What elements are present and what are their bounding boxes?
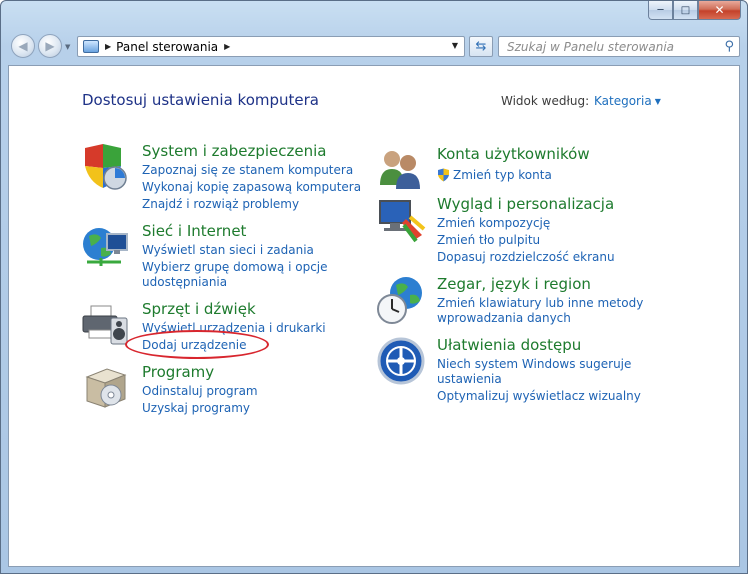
maximize-icon: □ xyxy=(680,4,691,16)
link-homegroup-cont[interactable]: udostępniania xyxy=(142,275,227,289)
accessibility-icon[interactable] xyxy=(376,336,426,386)
category-title-system-security[interactable]: System i zabezpieczenia xyxy=(142,142,326,160)
category-title-user-accounts[interactable]: Konta użytkowników xyxy=(437,145,590,163)
link-network-status[interactable]: Wyświetl stan sieci i zadania xyxy=(142,243,314,257)
clock-globe-icon[interactable] xyxy=(376,275,426,325)
view-by-label: Widok według: xyxy=(501,94,590,108)
address-dropdown-icon[interactable]: ▼ xyxy=(452,41,458,50)
recent-pages-dropdown[interactable]: ▼ xyxy=(65,43,70,51)
link-windows-suggest-cont[interactable]: ustawienia xyxy=(437,372,502,386)
link-windows-suggest[interactable]: Niech system Windows sugeruje xyxy=(437,357,631,371)
minimize-button[interactable]: ─ xyxy=(648,1,673,20)
breadcrumb-control-panel[interactable]: Panel sterowania xyxy=(116,40,218,54)
main-content: Dostosuj ustawienia komputera Widok wedł… xyxy=(8,65,740,567)
link-screen-resolution[interactable]: Dopasuj rozdzielczość ekranu xyxy=(437,250,615,264)
link-get-programs[interactable]: Uzyskaj programy xyxy=(142,401,250,415)
users-icon[interactable] xyxy=(376,145,426,195)
link-change-theme[interactable]: Zmień kompozycję xyxy=(437,216,550,230)
uac-shield-icon xyxy=(438,168,449,182)
breadcrumb-separator-icon[interactable]: ▶ xyxy=(105,42,111,51)
window-controls: ─ □ ✕ xyxy=(648,1,741,20)
printer-speaker-icon[interactable] xyxy=(81,300,131,350)
link-change-account-type[interactable]: Zmień typ konta xyxy=(453,168,552,182)
annotation-circle xyxy=(125,330,269,359)
search-placeholder: Szukaj w Panelu sterowania xyxy=(507,39,675,54)
back-arrow-icon: ◀ xyxy=(18,39,28,53)
link-change-keyboards[interactable]: Zmień klawiatury lub inne metody xyxy=(437,296,643,310)
chevron-down-icon: ▼ xyxy=(654,97,661,106)
control-panel-icon xyxy=(83,40,99,53)
refresh-icon: ⇆ xyxy=(475,39,487,54)
link-uninstall-program[interactable]: Odinstaluj program xyxy=(142,384,258,398)
search-icon[interactable]: ⚲ xyxy=(724,39,734,54)
back-button[interactable]: ◀ xyxy=(11,34,35,58)
breadcrumb-separator-icon[interactable]: ▶ xyxy=(224,42,230,51)
monitor-paint-icon[interactable] xyxy=(376,195,426,245)
title-bar[interactable]: ─ □ ✕ xyxy=(1,1,747,29)
page-title: Dostosuj ustawienia komputera xyxy=(82,91,319,109)
link-backup[interactable]: Wykonaj kopię zapasową komputera xyxy=(142,180,361,194)
address-bar[interactable]: ▶ Panel sterowania ▶ ▼ xyxy=(77,36,465,57)
programs-box-icon[interactable] xyxy=(81,363,131,413)
refresh-button[interactable]: ⇆ xyxy=(469,36,493,57)
view-by-value: Kategoria xyxy=(594,94,652,108)
category-title-ease-of-access[interactable]: Ułatwienia dostępu xyxy=(437,336,581,354)
maximize-button[interactable]: □ xyxy=(673,1,698,20)
navigation-bar: ◀ ▶ ▼ ▶ Panel sterowania ▶ ▼ ⇆ Szukaj w … xyxy=(1,31,747,63)
forward-button[interactable]: ▶ xyxy=(38,34,62,58)
minimize-icon: ─ xyxy=(657,4,664,16)
category-title-clock-language-region[interactable]: Zegar, język i region xyxy=(437,275,591,293)
view-by-dropdown[interactable]: Kategoria ▼ xyxy=(594,94,661,108)
link-optimize-display[interactable]: Optymalizuj wyświetlacz wizualny xyxy=(437,389,641,403)
system-security-shield-icon[interactable] xyxy=(81,142,131,192)
link-homegroup[interactable]: Wybierz grupę domową i opcje xyxy=(142,260,328,274)
forward-arrow-icon: ▶ xyxy=(45,39,55,53)
category-title-appearance[interactable]: Wygląd i personalizacja xyxy=(437,195,614,213)
close-icon: ✕ xyxy=(714,3,725,17)
link-troubleshoot[interactable]: Znajdź i rozwiąż problemy xyxy=(142,197,299,211)
search-input[interactable]: Szukaj w Panelu sterowania ⚲ xyxy=(498,36,740,57)
network-globe-icon[interactable] xyxy=(81,222,131,272)
link-check-status[interactable]: Zapoznaj się ze stanem komputera xyxy=(142,163,353,177)
link-change-background[interactable]: Zmień tło pulpitu xyxy=(437,233,540,247)
control-panel-window: ─ □ ✕ ◀ ▶ ▼ ▶ Panel sterowania ▶ ▼ ⇆ Szu… xyxy=(0,0,748,574)
category-title-hardware-sound[interactable]: Sprzęt i dźwięk xyxy=(142,300,256,318)
link-change-keyboards-cont[interactable]: wprowadzania danych xyxy=(437,311,571,325)
category-title-programs[interactable]: Programy xyxy=(142,363,214,381)
category-title-network-internet[interactable]: Sieć i Internet xyxy=(142,222,246,240)
close-button[interactable]: ✕ xyxy=(698,1,741,20)
